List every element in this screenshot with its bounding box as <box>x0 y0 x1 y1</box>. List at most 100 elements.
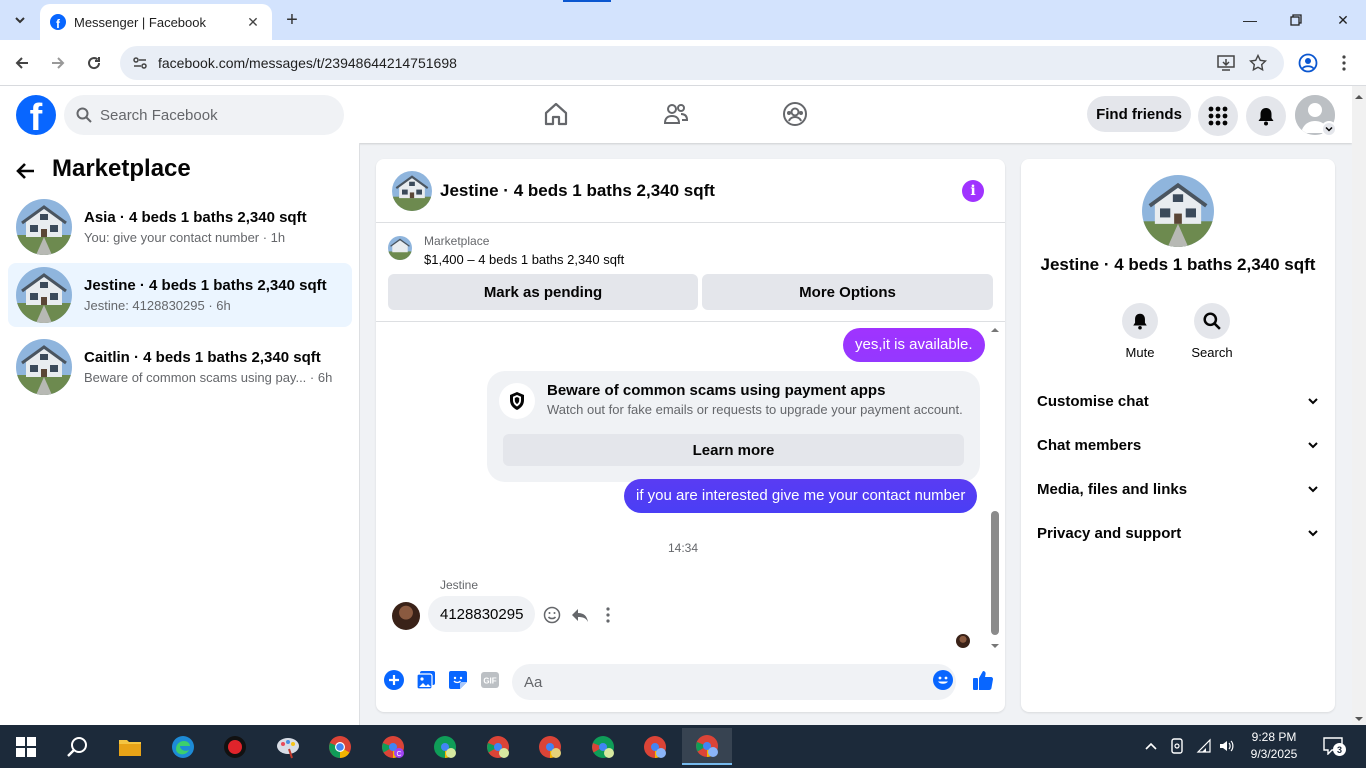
chrome-icon <box>329 736 351 758</box>
react-button[interactable] <box>540 603 564 627</box>
notifications-button[interactable] <box>1246 96 1286 136</box>
chrome-icon: C <box>382 736 404 758</box>
incoming-message[interactable]: 4128830295 <box>428 596 536 632</box>
conversation-item[interactable]: Caitlin · 4 beds 1 baths 2,340 sqft Bewa… <box>8 335 352 399</box>
chrome-active-window-button[interactable] <box>682 728 732 765</box>
emoji-button[interactable] <box>932 669 954 691</box>
chrome-profile-button[interactable] <box>530 731 570 763</box>
chrome-profile-button[interactable]: C <box>373 731 413 763</box>
search-action[interactable]: Search <box>1182 303 1242 360</box>
media-files-links-row[interactable]: Media, files and links <box>1021 467 1335 511</box>
start-button[interactable] <box>6 731 46 763</box>
conversation-item[interactable]: Asia · 4 beds 1 baths 2,340 sqft You: gi… <box>8 195 352 259</box>
back-button[interactable] <box>10 51 34 75</box>
chrome-profile-button[interactable] <box>478 731 518 763</box>
url-text: facebook.com/messages/t/2394864421475169… <box>158 55 457 71</box>
page-scrollbar[interactable] <box>1352 86 1366 726</box>
edge-button[interactable] <box>163 731 203 763</box>
chrome-menu-button[interactable] <box>1332 51 1356 75</box>
account-chevron-icon[interactable] <box>1321 121 1337 137</box>
recorder-button[interactable] <box>215 731 255 763</box>
taskbar-clock[interactable]: 9:28 PM 9/3/2025 <box>1244 729 1304 763</box>
find-friends-button[interactable]: Find friends <box>1087 96 1191 132</box>
tab-search-button[interactable] <box>8 8 32 32</box>
close-window-button[interactable]: ✕ <box>1320 0 1366 40</box>
listing-price[interactable]: $1,400 – 4 beds 1 baths 2,340 sqft <box>424 252 624 267</box>
facebook-logo-icon[interactable]: f <box>16 95 56 135</box>
new-tab-button[interactable]: + <box>282 9 302 31</box>
groups-nav-button[interactable] <box>780 99 810 129</box>
browser-tab[interactable]: f Messenger | Facebook ✕ <box>40 4 272 40</box>
notification-center-button[interactable]: 3 <box>1320 737 1346 756</box>
minimize-button[interactable]: — <box>1227 0 1273 40</box>
reply-button[interactable] <box>568 603 592 627</box>
omnibox[interactable]: facebook.com/messages/t/2394864421475169… <box>120 46 1284 80</box>
device-tray-button[interactable] <box>1168 737 1186 755</box>
outgoing-message[interactable]: yes,it is available. <box>843 328 985 362</box>
sender-name: Jestine <box>440 578 479 592</box>
scroll-down-icon[interactable] <box>988 641 1002 651</box>
forward-arrow-icon <box>52 57 65 69</box>
customise-chat-row[interactable]: Customise chat <box>1021 379 1335 423</box>
privacy-support-row[interactable]: Privacy and support <box>1021 511 1335 555</box>
restore-button[interactable] <box>1273 0 1319 40</box>
file-explorer-button[interactable] <box>110 731 150 763</box>
chrome-profile-button[interactable] <box>635 731 675 763</box>
more-actions-button[interactable] <box>383 669 405 691</box>
chrome-button[interactable] <box>320 731 360 763</box>
forward-button[interactable] <box>46 51 70 75</box>
back-arrow-icon[interactable] <box>16 161 36 181</box>
facebook-favicon-icon: f <box>50 14 66 30</box>
message-list: yes,it is available. Beware of common sc… <box>376 323 1005 653</box>
scroll-up-icon[interactable] <box>1352 90 1366 104</box>
wifi-icon <box>1196 738 1211 753</box>
volume-button[interactable] <box>1218 737 1236 755</box>
mark-as-pending-button[interactable]: Mark as pending <box>388 274 698 310</box>
conversation-info-panel: Jestine · 4 beds 1 baths 2,340 sqft Mute… <box>1021 159 1335 712</box>
outgoing-message[interactable]: if you are interested give me your conta… <box>624 479 978 513</box>
install-app-button[interactable] <box>1214 51 1238 75</box>
scrollbar-thumb[interactable] <box>991 511 999 635</box>
show-hidden-icons-button[interactable] <box>1142 737 1160 755</box>
network-button[interactable] <box>1195 737 1213 755</box>
chat-scrollbar[interactable] <box>988 323 1002 653</box>
chevron-down-icon <box>1308 442 1318 449</box>
chrome-profile-button[interactable] <box>583 731 623 763</box>
marketplace-listing-bar: Marketplace $1,400 – 4 beds 1 baths 2,34… <box>376 224 1005 322</box>
mute-action[interactable]: Mute <box>1110 303 1170 360</box>
like-button[interactable] <box>972 669 994 691</box>
tab-strip-indicator <box>563 0 611 2</box>
learn-more-button[interactable]: Learn more <box>503 434 964 466</box>
message-input[interactable] <box>512 664 956 700</box>
attach-media-button[interactable] <box>415 669 437 691</box>
site-info-icon[interactable] <box>132 55 148 71</box>
search-placeholder: Search Facebook <box>100 106 218 124</box>
scroll-up-icon[interactable] <box>988 325 1002 335</box>
menu-button[interactable] <box>1198 96 1238 136</box>
profile-button[interactable] <box>1296 51 1320 75</box>
bookmark-button[interactable] <box>1246 51 1270 75</box>
home-nav-button[interactable] <box>541 99 571 129</box>
gif-button[interactable]: GIF <box>479 669 501 691</box>
info-icon[interactable]: i <box>962 180 984 202</box>
search-label: Search <box>1191 345 1233 360</box>
sender-avatar[interactable] <box>392 602 420 630</box>
conversation-preview: You: give your contact number · 1h <box>84 230 286 245</box>
chat-title[interactable]: Jestine · 4 beds 1 baths 2,340 sqft <box>440 181 715 201</box>
tab-close-icon[interactable]: ✕ <box>244 14 262 31</box>
more-message-options-button[interactable] <box>596 603 620 627</box>
tab-title: Messenger | Facebook <box>74 14 206 30</box>
scroll-down-icon[interactable] <box>1352 712 1366 726</box>
paint-app-button[interactable] <box>268 731 308 763</box>
friends-nav-button[interactable] <box>661 99 691 129</box>
taskbar-search-button[interactable] <box>58 731 98 763</box>
chat-avatar[interactable] <box>392 170 432 211</box>
chat-members-row[interactable]: Chat members <box>1021 423 1335 467</box>
chrome-profile-button[interactable] <box>425 731 465 763</box>
sticker-button[interactable] <box>447 669 469 691</box>
more-options-button[interactable]: More Options <box>702 274 993 310</box>
friends-icon <box>663 104 689 124</box>
conversation-item[interactable]: Jestine · 4 beds 1 baths 2,340 sqft Jest… <box>8 263 352 327</box>
facebook-search-box[interactable]: Search Facebook <box>64 95 344 135</box>
reload-button[interactable] <box>82 51 106 75</box>
